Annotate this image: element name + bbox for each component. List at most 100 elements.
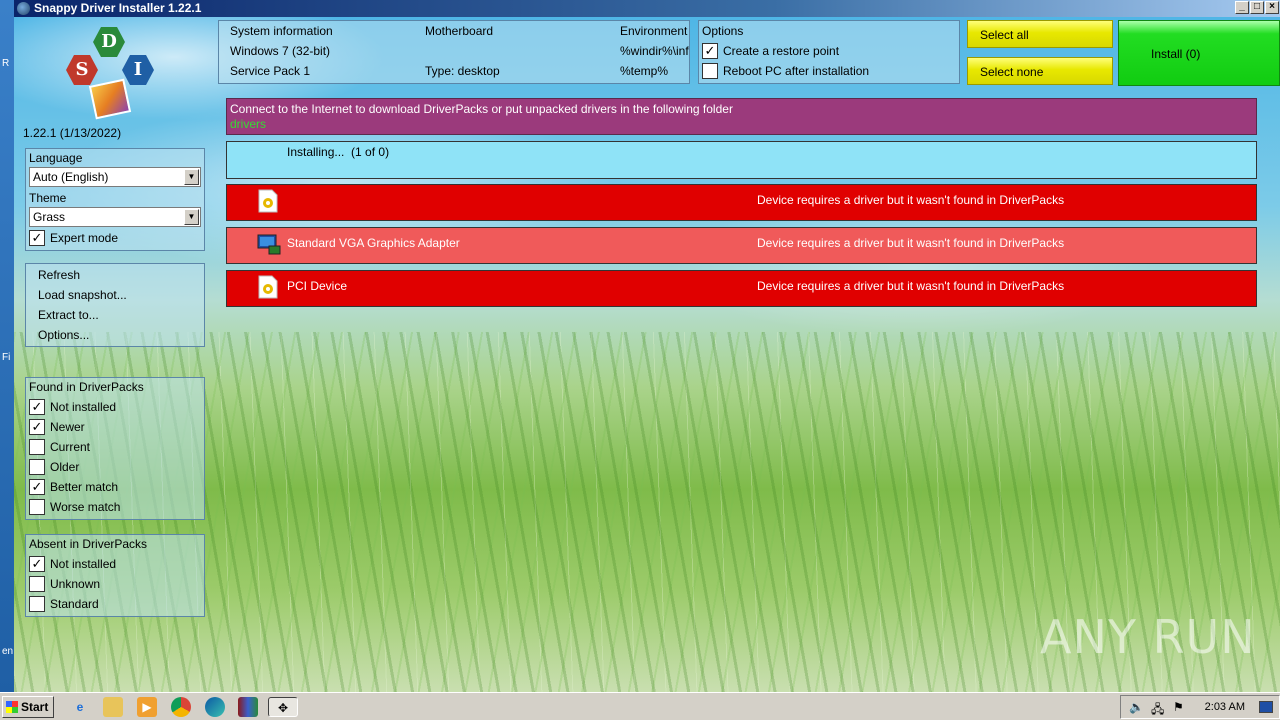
action-center-flag-icon[interactable]: ⚑ [1173,700,1184,714]
checkbox-unchecked-icon[interactable] [29,459,45,475]
option-label: Reboot PC after installation [723,64,870,78]
found-filters-panel: Found in DriverPacks ✓ Not installed ✓ New… [25,377,205,520]
anyrun-watermark: ANY RUN [1040,610,1256,664]
taskbar: Start e ▶ ✥ 🔈 🖧 ⚑ 2:03 AM [0,692,1280,720]
absent-unknown-checkbox[interactable]: Unknown [29,575,100,593]
title-bar[interactable]: Snappy Driver Installer 1.22.1 _ □ × [14,0,1280,17]
options-action[interactable]: Options... [38,326,89,344]
language-value: Auto (English) [33,170,109,184]
option-label: Create a restore point [723,44,840,58]
app-window: Snappy Driver Installer 1.22.1 _ □ × D S… [14,0,1280,692]
expert-mode-label: Expert mode [50,231,119,245]
absent-not-installed-checkbox[interactable]: ✓ Not installed [29,555,116,573]
chevron-down-icon[interactable]: ▼ [184,169,199,185]
language-label: Language [29,151,83,165]
theme-label: Theme [29,191,67,205]
expert-mode-checkbox[interactable]: ✓ Expert mode [29,229,118,247]
file-explorer-icon[interactable] [103,697,123,717]
install-button[interactable]: Install (0) [1118,20,1280,86]
filter-worse-match-checkbox[interactable]: Worse match [29,498,120,516]
checkbox-unchecked-icon[interactable] [29,499,45,515]
create-restore-point-checkbox[interactable]: ✓ Create a restore point [702,42,839,60]
device-row[interactable]: PCI Device Device requires a driver but … [226,270,1257,307]
env-temp: %temp% [620,64,669,78]
filter-better-match-checkbox[interactable]: ✓ Better match [29,478,118,496]
checkbox-checked-icon[interactable]: ✓ [29,230,45,246]
filter-current-checkbox[interactable]: Current [29,438,90,456]
theme-select[interactable]: Grass ▼ [29,207,201,227]
edge-icon[interactable] [205,697,225,717]
filter-label: Better match [50,480,119,494]
filter-label: Not installed [50,557,117,571]
minimize-button[interactable]: _ [1235,1,1249,14]
volume-icon[interactable]: 🔈 [1129,700,1144,714]
device-status: Device requires a driver but it wasn't f… [757,279,1065,293]
unknown-device-icon [257,189,279,213]
theme-value: Grass [33,210,66,224]
device-status: Device requires a driver but it wasn't f… [757,193,1065,207]
checkbox-checked-icon[interactable]: ✓ [29,479,45,495]
start-button[interactable]: Start [2,696,54,718]
checkbox-checked-icon[interactable]: ✓ [29,399,45,415]
desktop-fragment-text: Fi [2,352,11,363]
filter-label: Current [50,440,91,454]
clock[interactable]: 2:03 AM [1205,701,1245,713]
settings-panel: Language Auto (English) ▼ Theme Grass ▼ … [25,148,205,251]
checkbox-checked-icon[interactable]: ✓ [29,419,45,435]
absent-standard-checkbox[interactable]: Standard [29,595,99,613]
install-label: Install (0) [1151,47,1201,61]
installing-status-row: Installing... (1 of 0) [226,141,1257,179]
select-none-button[interactable]: Select none [967,57,1113,85]
desktop-fragment-text: R [2,58,10,69]
checkbox-unchecked-icon[interactable] [29,439,45,455]
pc-type: Type: desktop [425,64,500,78]
os-version: Windows 7 (32-bit) [230,44,331,58]
language-select[interactable]: Auto (English) ▼ [29,167,201,187]
filter-not-installed-checkbox[interactable]: ✓ Not installed [29,398,116,416]
snappy-driver-installer-icon[interactable]: ✥ [268,697,298,717]
display-adapter-icon [257,232,281,256]
checkbox-unchecked-icon[interactable] [29,576,45,592]
filter-label: Standard [50,597,99,611]
checkbox-checked-icon[interactable]: ✓ [29,556,45,572]
window-title: Snappy Driver Installer 1.22.1 [34,1,202,15]
environment-heading: Environment [620,24,688,38]
checkbox-unchecked-icon[interactable] [29,596,45,612]
filter-label: Worse match [50,500,121,514]
reboot-after-install-checkbox[interactable]: Reboot PC after installation [702,62,869,80]
media-player-icon[interactable]: ▶ [137,697,157,717]
desktop-edge: R Fi en [0,0,14,692]
load-snapshot-action[interactable]: Load snapshot... [38,286,127,304]
winrar-icon[interactable] [238,697,258,717]
windows-logo-icon [6,701,18,713]
refresh-action[interactable]: Refresh [38,266,80,284]
device-name: Standard VGA Graphics Adapter [287,236,460,250]
show-desktop-icon[interactable] [1259,701,1273,713]
motherboard-heading: Motherboard [425,24,494,38]
extract-to-action[interactable]: Extract to... [38,306,99,324]
absent-filters-panel: Absent in DriverPacks ✓ Not installed Unk… [25,534,205,617]
device-row[interactable]: Standard VGA Graphics Adapter Device req… [226,227,1257,264]
chrome-icon[interactable] [171,697,191,717]
driverpacks-message: Connect to the Internet to download Driv… [226,98,1257,135]
checkbox-checked-icon[interactable]: ✓ [702,43,718,59]
maximize-button[interactable]: □ [1250,1,1264,14]
checkbox-unchecked-icon[interactable] [702,63,718,79]
network-icon[interactable]: 🖧 [1151,700,1164,720]
options-title: Options [702,24,744,38]
close-button[interactable]: × [1265,1,1279,14]
filter-older-checkbox[interactable]: Older [29,458,79,476]
driver-pack-icon [88,78,132,120]
select-all-button[interactable]: Select all [967,20,1113,48]
version-label: 1.22.1 (1/13/2022) [23,126,122,140]
chevron-down-icon[interactable]: ▼ [184,209,199,225]
device-row[interactable]: Device requires a driver but it wasn't f… [226,184,1257,221]
env-windir: %windir%\inf [620,44,689,58]
device-name: PCI Device [287,279,348,293]
internet-explorer-icon[interactable]: e [70,697,90,717]
filter-label: Older [50,460,80,474]
logo-hex-d: D [93,27,125,57]
filter-label: Unknown [50,577,101,591]
drivers-folder-link[interactable]: drivers [230,117,266,131]
filter-newer-checkbox[interactable]: ✓ Newer [29,418,85,436]
